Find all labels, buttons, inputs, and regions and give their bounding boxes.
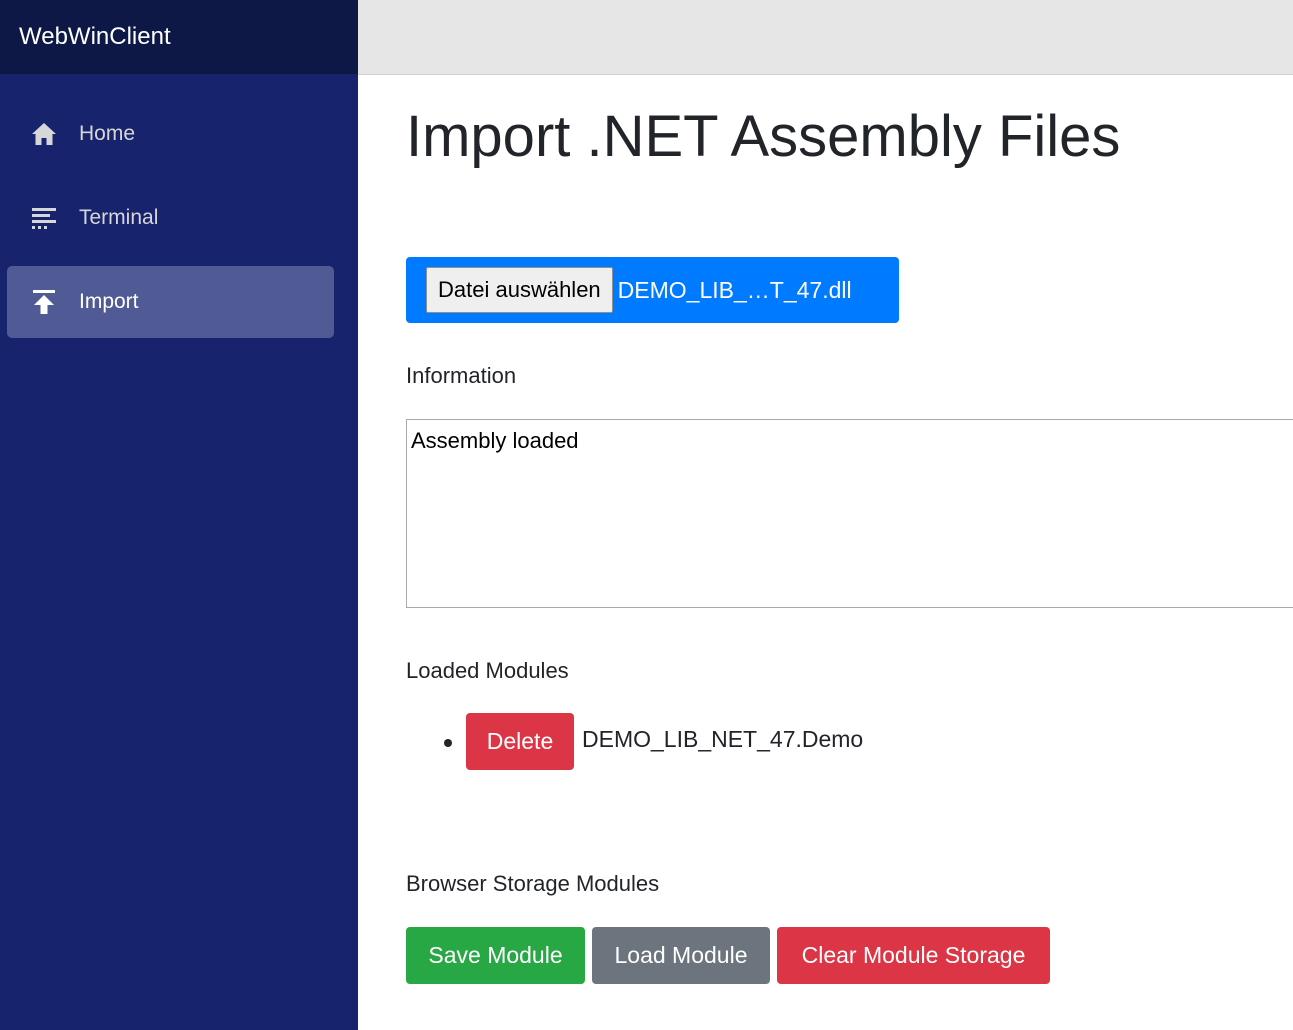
bullet-icon [444,739,452,747]
sidebar-nav: Home Terminal Import [0,74,358,338]
delete-module-button[interactable]: Delete [466,713,574,770]
save-module-button[interactable]: Save Module [406,927,585,984]
app-title[interactable]: WebWinClient [19,23,171,51]
selected-file-name: DEMO_LIB_…T_47.dll [617,276,852,303]
sidebar: WebWinClient Home Terminal Import [0,0,358,1030]
sidebar-item-import[interactable]: Import [7,266,334,338]
clear-module-storage-button[interactable]: Clear Module Storage [777,927,1050,984]
sidebar-item-label: Terminal [79,206,159,229]
app-window: WebWinClient Home Terminal Import Import… [0,0,1293,1030]
module-name: DEMO_LIB_NET_47.Demo [582,726,864,752]
home-icon [31,121,57,147]
browser-storage-label: Browser Storage Modules [406,871,660,896]
top-bar [358,0,1293,75]
sidebar-item-home[interactable]: Home [7,98,334,170]
load-module-button[interactable]: Load Module [592,927,770,984]
loaded-modules-label: Loaded Modules [406,658,569,683]
sidebar-item-label: Import [79,290,139,313]
sidebar-item-terminal[interactable]: Terminal [7,182,334,254]
list-item: Delete DEMO_LIB_NET_47.Demo [444,713,863,770]
sidebar-item-label: Home [79,122,136,145]
information-textarea[interactable]: Assembly loaded [406,419,1293,608]
choose-file-button[interactable]: Datei auswählen [426,267,613,313]
brand-bar: WebWinClient [0,0,358,74]
upload-icon [31,289,57,315]
page-title: Import .NET Assembly Files [406,104,1121,169]
storage-button-group: Save Module Load Module Clear Module Sto… [406,927,1050,984]
information-label: Information [406,363,517,388]
terminal-icon [31,205,57,231]
loaded-modules-list: Delete DEMO_LIB_NET_47.Demo [444,713,863,770]
file-input[interactable]: Datei auswählen DEMO_LIB_…T_47.dll [406,257,899,323]
